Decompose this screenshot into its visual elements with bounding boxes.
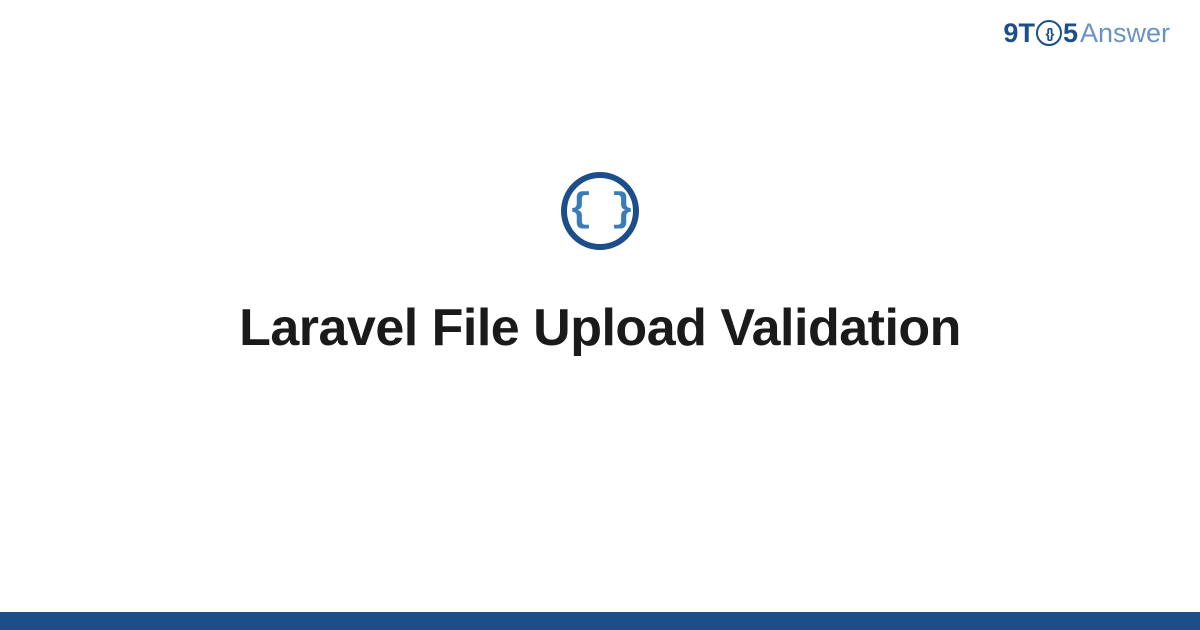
code-braces-icon: { } [561, 172, 639, 250]
main-content: { } Laravel File Upload Validation [0, 0, 1200, 630]
bottom-accent-bar [0, 612, 1200, 630]
page-title: Laravel File Upload Validation [239, 298, 961, 358]
braces-symbol: { } [568, 191, 631, 231]
